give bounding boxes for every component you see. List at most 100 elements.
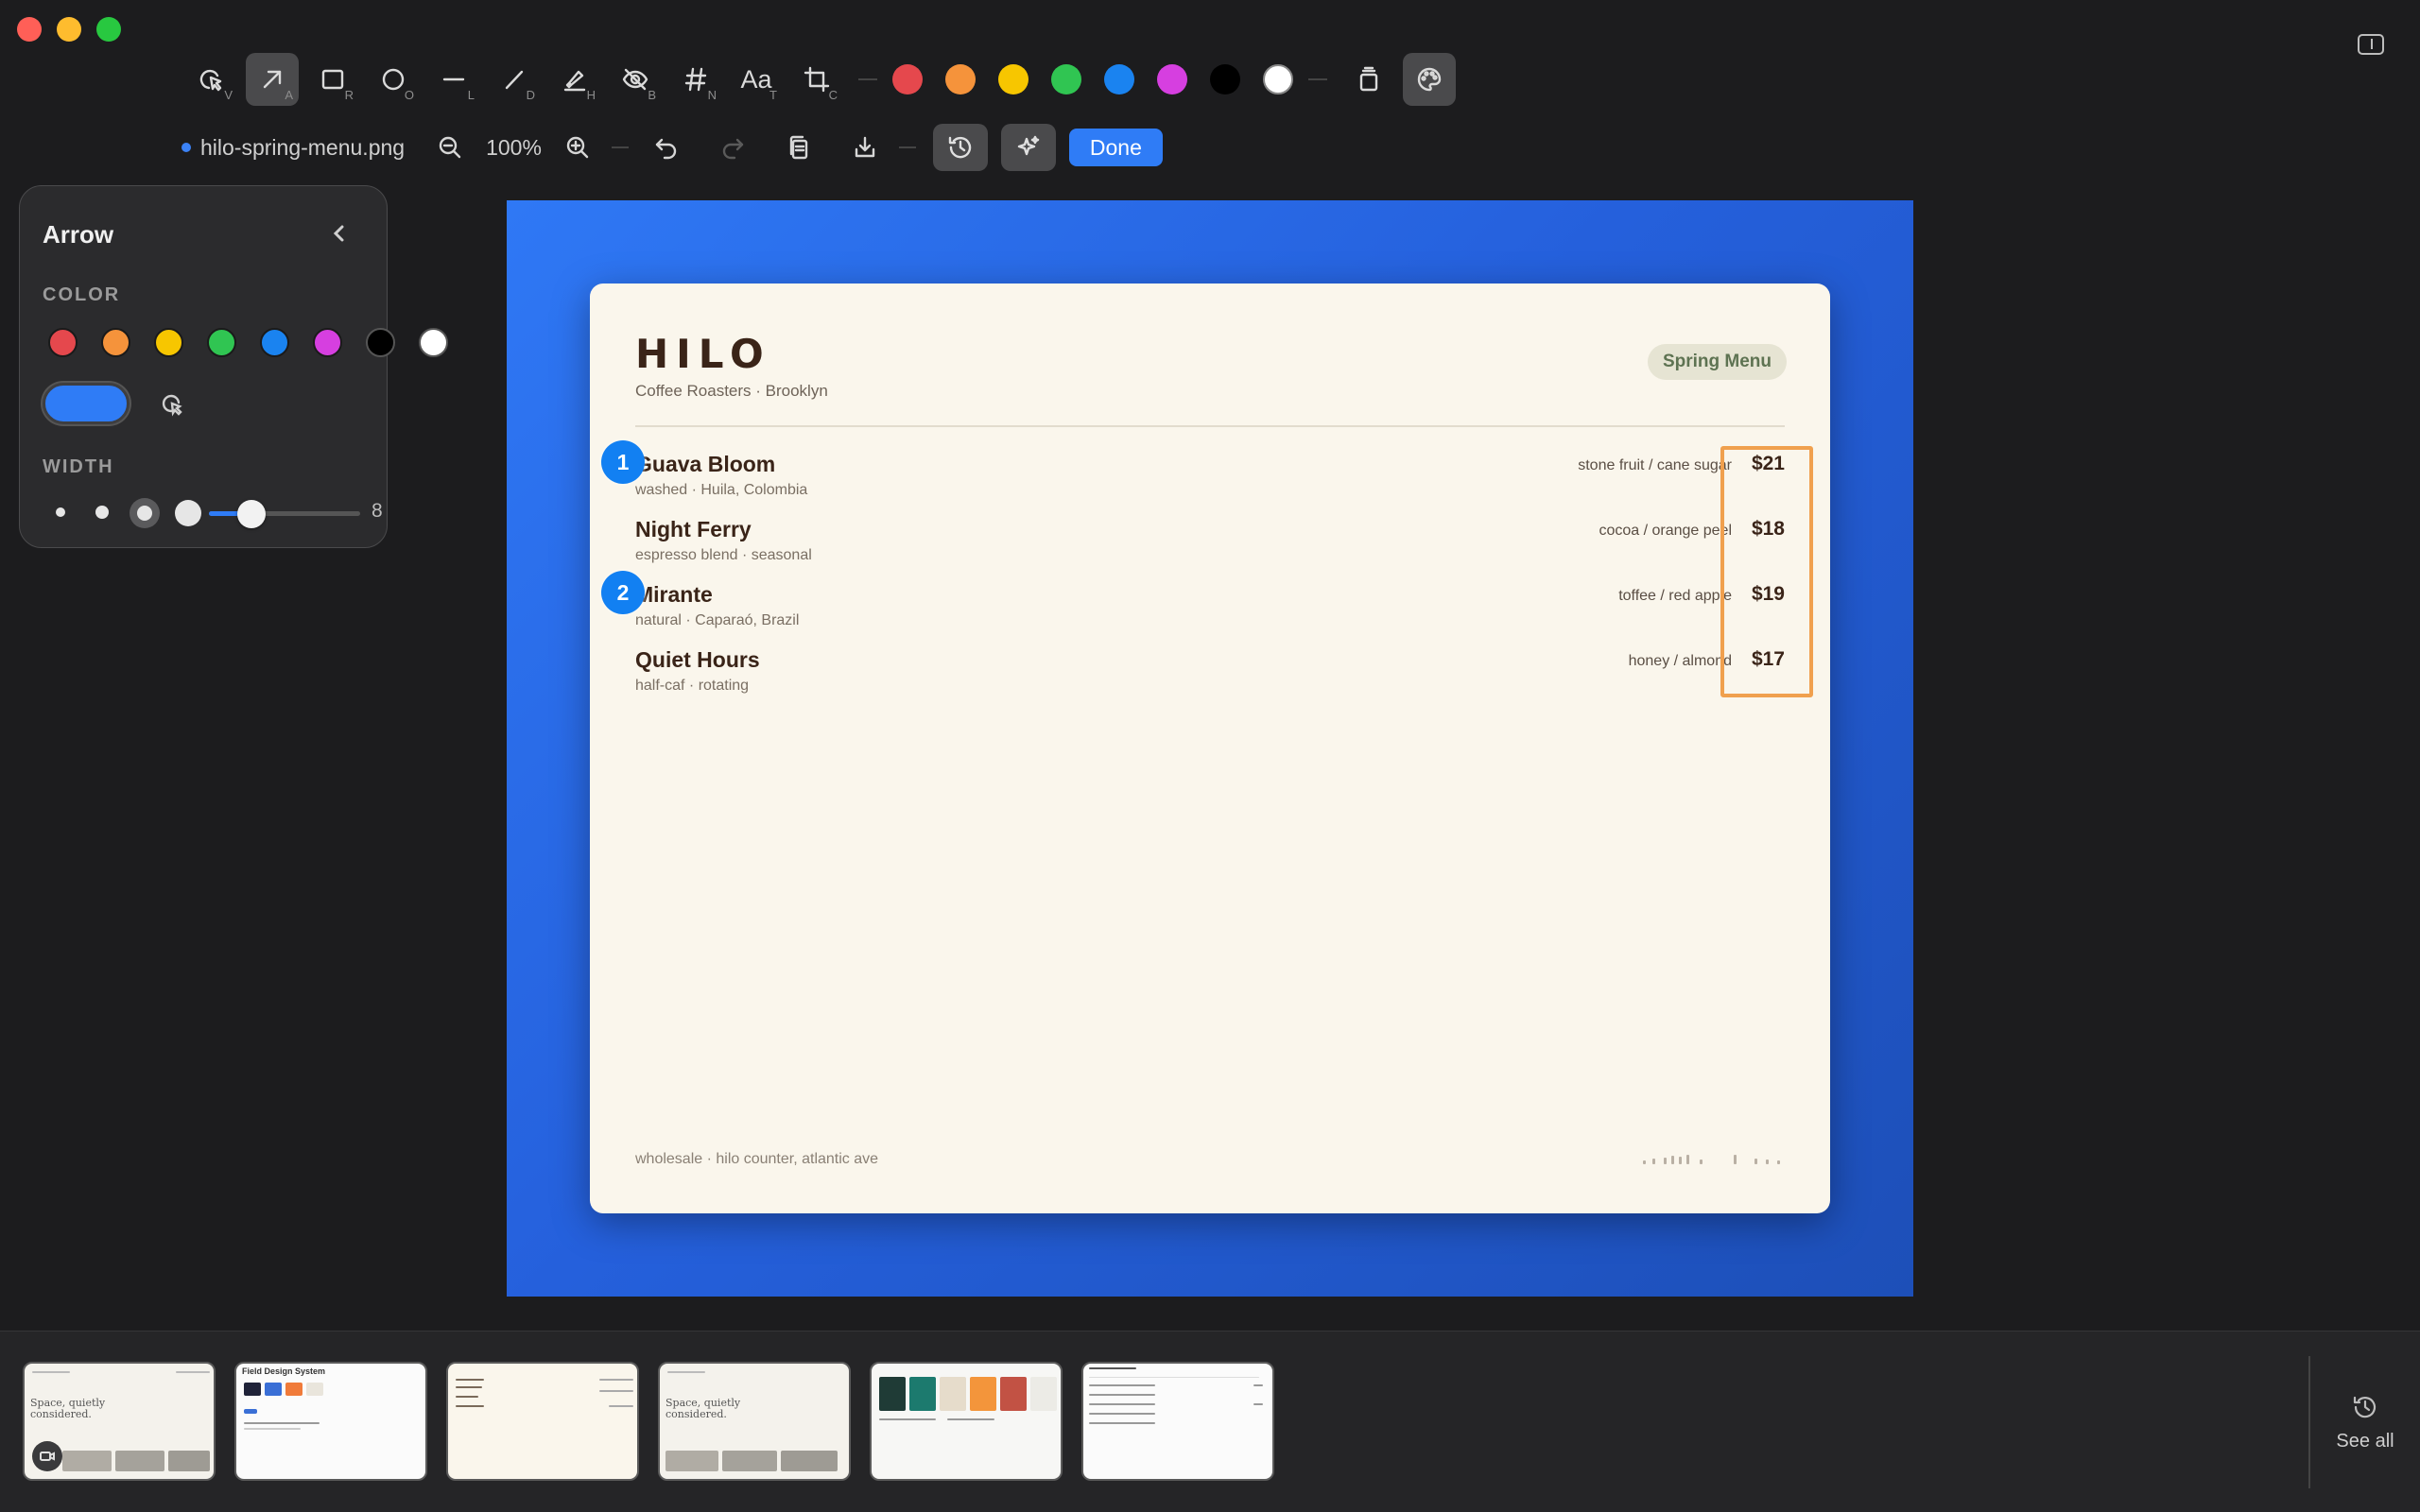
line-tool-button[interactable]: L [427, 53, 480, 106]
history-thumbnail[interactable] [446, 1362, 639, 1481]
shortcut-key: R [344, 88, 354, 102]
menu-item: Mirante natural · Caparaó, Brazil toffee… [635, 582, 1785, 647]
number-marker-2[interactable]: 2 [601, 571, 645, 614]
item-origin: washed · Huila, Colombia [635, 482, 808, 498]
save-button[interactable] [844, 127, 886, 168]
toolbar-color-swatch-4[interactable] [1051, 64, 1081, 94]
item-notes: stone fruit / cane sugar [1578, 457, 1732, 473]
minimize-window-button[interactable] [57, 17, 81, 42]
done-button[interactable]: Done [1068, 129, 1163, 166]
layers-icon [1359, 66, 1378, 92]
history-thumbnail[interactable]: Space, quietly considered. [658, 1362, 851, 1481]
pen-icon [505, 70, 524, 90]
arrow-settings-panel: Arrow COLOR WIDTH 8 [19, 185, 448, 548]
panel-color-swatch-5[interactable] [260, 328, 289, 357]
width-option-4[interactable] [175, 500, 201, 526]
width-option-1[interactable] [56, 507, 65, 517]
draw-tool-button[interactable]: D [488, 53, 541, 106]
color-section-label: COLOR [43, 284, 121, 305]
text-tool-button[interactable]: Aa T [730, 53, 783, 106]
video-camera-icon [40, 1452, 55, 1461]
copy-button[interactable] [778, 127, 820, 168]
rectangle-tool-button[interactable]: R [306, 53, 359, 106]
brand-subtitle: Coffee Roasters · Brooklyn [635, 382, 828, 400]
zoom-in-icon [566, 136, 589, 159]
image-canvas[interactable]: HILO Coffee Roasters · Brooklyn Spring M… [507, 200, 1913, 1297]
zoom-out-button[interactable] [429, 127, 471, 168]
window-controls [17, 17, 121, 42]
toolbar-color-swatch-2[interactable] [945, 64, 976, 94]
panel-color-swatch-4[interactable] [207, 328, 236, 357]
sidebar-toggle-icon[interactable] [2358, 34, 2384, 55]
shortcut-key: O [404, 88, 414, 102]
history-icon [2353, 1396, 2377, 1418]
shortcut-key: L [467, 88, 475, 102]
panel-color-swatch-6[interactable] [313, 328, 342, 357]
menu-item: Guava Bloom washed · Huila, Colombia sto… [635, 452, 1785, 517]
shortcut-key: D [526, 88, 535, 102]
redo-icon [722, 138, 744, 160]
custom-color-button[interactable] [158, 390, 186, 419]
width-value: 8 [372, 500, 383, 522]
history-button[interactable] [932, 124, 988, 171]
toolbar-divider [898, 146, 916, 148]
ai-enhance-button[interactable] [1000, 124, 1056, 171]
arrow-tool-button[interactable]: A [246, 53, 299, 106]
history-thumbnail[interactable] [870, 1362, 1063, 1481]
toolbar-color-swatch-3[interactable] [998, 64, 1028, 94]
crop-tool-button[interactable]: C [790, 53, 843, 106]
layers-button[interactable] [1342, 53, 1395, 106]
text-icon: Aa [740, 64, 772, 94]
history-icon [948, 136, 972, 159]
history-thumbnail[interactable]: Space, quietly considered. [23, 1362, 216, 1481]
panel-color-swatch-1[interactable] [48, 328, 78, 357]
shortcut-key: H [586, 88, 596, 102]
item-name: Quiet Hours [635, 647, 760, 672]
highlight-rectangle[interactable] [1720, 446, 1813, 697]
number-tool-button[interactable]: N [669, 53, 722, 106]
selected-color-pill[interactable] [43, 383, 130, 424]
toolbar-color-swatch-1[interactable] [892, 64, 923, 94]
history-strip: Space, quietly considered. Field Design … [0, 1331, 2420, 1512]
panel-back-button[interactable] [330, 224, 349, 243]
width-slider-thumb[interactable] [236, 500, 266, 528]
close-window-button[interactable] [17, 17, 42, 42]
toolbar-color-swatch-7[interactable] [1210, 64, 1240, 94]
file-name: hilo-spring-menu.png [200, 134, 406, 160]
undo-button[interactable] [646, 127, 687, 168]
history-thumbnail[interactable] [1081, 1362, 1274, 1481]
see-all-button[interactable]: See all [2327, 1392, 2403, 1452]
menu-badge: Spring Menu [1647, 344, 1787, 380]
toolbar-color-swatch-8[interactable] [1263, 64, 1293, 94]
menu-item: Quiet Hours half-caf · rotating honey / … [635, 647, 1785, 713]
width-slider[interactable] [209, 511, 360, 516]
width-option-2[interactable] [95, 506, 109, 519]
card-footer: wholesale · hilo counter, atlantic ave [635, 1151, 879, 1167]
shortcut-key: V [224, 88, 233, 102]
item-origin: half-caf · rotating [635, 678, 750, 694]
brand-logo: HILO [635, 331, 771, 377]
select-tool-button[interactable]: V [185, 53, 238, 106]
undo-icon [655, 138, 677, 160]
panel-color-swatch-8[interactable] [419, 328, 448, 357]
panel-color-swatch-3[interactable] [154, 328, 183, 357]
highlighter-tool-button[interactable]: H [548, 53, 601, 106]
zoom-window-button[interactable] [96, 17, 121, 42]
panel-color-swatch-2[interactable] [101, 328, 130, 357]
toolbar-divider [858, 78, 877, 80]
redo-button[interactable] [712, 127, 753, 168]
cursor-icon [199, 69, 222, 92]
zoom-in-button[interactable] [557, 127, 598, 168]
ellipse-tool-button[interactable]: O [367, 53, 420, 106]
panel-color-swatch-7[interactable] [366, 328, 395, 357]
zoom-level: 100% [486, 134, 542, 160]
zoom-out-icon [439, 136, 461, 159]
number-marker-1[interactable]: 1 [601, 440, 645, 484]
toolbar-color-swatches [892, 64, 1293, 94]
history-thumbnail[interactable]: Field Design System [234, 1362, 427, 1481]
blur-tool-button[interactable]: B [609, 53, 662, 106]
toolbar-color-swatch-5[interactable] [1104, 64, 1134, 94]
style-palette-button[interactable] [1403, 53, 1456, 106]
toolbar-color-swatch-6[interactable] [1157, 64, 1187, 94]
eye-slash-icon [622, 68, 648, 91]
